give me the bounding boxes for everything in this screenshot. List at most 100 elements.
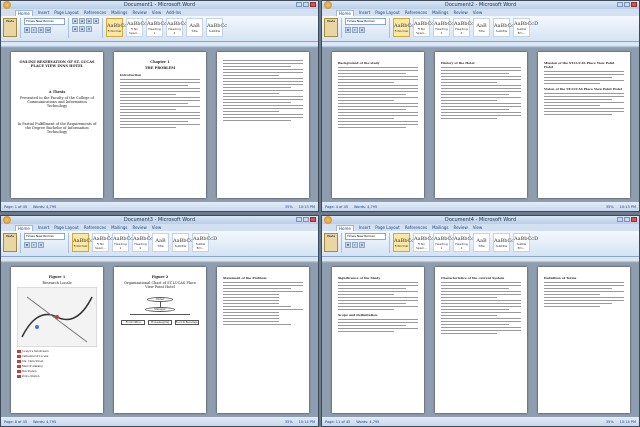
- tab-mailings[interactable]: Mailings: [432, 10, 448, 15]
- style-subtitle[interactable]: AaBbCc Subtitle: [493, 233, 514, 252]
- page-count[interactable]: Page: 11 of 45: [325, 420, 350, 424]
- paste-button[interactable]: Paste: [3, 233, 17, 252]
- minimize-icon[interactable]: [296, 2, 302, 7]
- maximize-icon[interactable]: [303, 2, 309, 7]
- word-count[interactable]: Words: 4,795: [33, 420, 56, 424]
- tab-add-ins[interactable]: Add-Ins: [166, 10, 181, 15]
- paste-button[interactable]: Paste: [3, 18, 17, 37]
- tab-view[interactable]: View: [152, 10, 162, 15]
- tab-references[interactable]: References: [405, 10, 427, 15]
- tab-review[interactable]: Review: [454, 225, 468, 230]
- align-right-icon[interactable]: ≡: [72, 26, 78, 32]
- tab-references[interactable]: References: [405, 225, 427, 230]
- underline-button[interactable]: U: [359, 27, 365, 33]
- style-subtitle[interactable]: AaBbCc Subtitle: [172, 233, 193, 252]
- style-normal[interactable]: AaBbCcDc ¶ Normal: [393, 18, 421, 37]
- tab-insert[interactable]: Insert: [38, 10, 49, 15]
- ruler[interactable]: [1, 42, 318, 47]
- bold-button[interactable]: B: [24, 27, 30, 33]
- style-normal[interactable]: AaBbCcDc ¶ Normal: [72, 233, 100, 252]
- line-spacing-icon[interactable]: ↕: [86, 26, 92, 32]
- style-subtle-emphasis[interactable]: AaBbCcD Subtle Em...: [192, 233, 217, 252]
- page-count[interactable]: Page: 4 of 45: [325, 205, 348, 209]
- style-subtle-emphasis[interactable]: AaBbCcD Subtle Em...: [513, 18, 538, 37]
- tab-view[interactable]: View: [473, 10, 483, 15]
- font-name-input[interactable]: Times New Roman: [345, 233, 386, 240]
- zoom-level[interactable]: 35%: [606, 205, 614, 209]
- bold-button[interactable]: B: [24, 242, 30, 248]
- bold-button[interactable]: B: [345, 27, 351, 33]
- align-left-icon[interactable]: ≡: [86, 18, 92, 24]
- tab-view[interactable]: View: [152, 225, 162, 230]
- maximize-icon[interactable]: [624, 2, 630, 7]
- tab-review[interactable]: Review: [133, 10, 147, 15]
- style-subtle-emphasis[interactable]: AaBbCcD Subtle Em...: [513, 233, 538, 252]
- tab-mailings[interactable]: Mailings: [111, 225, 127, 230]
- bold-button[interactable]: B: [345, 242, 351, 248]
- style-title[interactable]: AaB Title: [152, 233, 169, 252]
- style-heading-1[interactable]: AaBbCc Heading 1: [112, 233, 133, 252]
- style-subtitle[interactable]: AaBbCc Subtitle: [206, 18, 227, 37]
- style-no-spacing[interactable]: AaBbCcDc ¶ No Spaci...: [413, 18, 441, 37]
- office-button-icon[interactable]: [324, 1, 332, 9]
- italic-button[interactable]: I: [31, 27, 37, 33]
- paste-button[interactable]: Paste: [324, 233, 338, 252]
- tab-review[interactable]: Review: [454, 10, 468, 15]
- bullets-icon[interactable]: ≡: [72, 18, 78, 24]
- font-name-input[interactable]: Times New Roman: [345, 18, 386, 25]
- word-count[interactable]: Words: 4,795: [33, 205, 56, 209]
- style-title[interactable]: AaB Title: [473, 18, 490, 37]
- center-icon[interactable]: ≡: [93, 18, 99, 24]
- style-heading-2[interactable]: AaBbCc Heading 2: [453, 18, 474, 37]
- ruler[interactable]: [1, 257, 318, 262]
- style-normal[interactable]: AaBbCcDc ¶ Normal: [106, 18, 134, 37]
- minimize-icon[interactable]: [617, 2, 623, 7]
- font-name-input[interactable]: Times New Roman: [24, 233, 65, 240]
- justify-icon[interactable]: ≡: [79, 26, 85, 32]
- tab-review[interactable]: Review: [133, 225, 147, 230]
- tab-references[interactable]: References: [84, 10, 106, 15]
- italic-button[interactable]: I: [352, 242, 358, 248]
- maximize-icon[interactable]: [303, 217, 309, 222]
- style-heading-2[interactable]: AaBbCc Heading 2: [166, 18, 187, 37]
- style-title[interactable]: AaB Title: [473, 233, 490, 252]
- font-name-input[interactable]: Times New Roman: [24, 18, 65, 25]
- zoom-level[interactable]: 35%: [606, 420, 614, 424]
- tab-home[interactable]: Home: [336, 224, 354, 231]
- tab-page-layout[interactable]: Page Layout: [375, 225, 400, 230]
- close-icon[interactable]: [631, 217, 637, 222]
- zoom-level[interactable]: 35%: [285, 205, 293, 209]
- maximize-icon[interactable]: [624, 217, 630, 222]
- tab-mailings[interactable]: Mailings: [111, 10, 127, 15]
- word-count[interactable]: Words: 4,795: [356, 420, 379, 424]
- font-size-input[interactable]: 12: [45, 27, 51, 33]
- tab-insert[interactable]: Insert: [38, 225, 49, 230]
- document-area[interactable]: Figure 1 Research Locale Jocelyn's Subdi…: [1, 263, 318, 417]
- tab-insert[interactable]: Insert: [359, 225, 370, 230]
- minimize-icon[interactable]: [296, 217, 302, 222]
- page-count[interactable]: Page: 1 of 45: [4, 205, 27, 209]
- tab-view[interactable]: View: [473, 225, 483, 230]
- style-normal[interactable]: AaBbCcDc ¶ Normal: [393, 233, 421, 252]
- underline-button[interactable]: U: [38, 27, 44, 33]
- italic-button[interactable]: I: [31, 242, 37, 248]
- underline-button[interactable]: U: [359, 242, 365, 248]
- tab-home[interactable]: Home: [336, 9, 354, 16]
- style-heading-2[interactable]: AaBbCc Heading 2: [132, 233, 153, 252]
- tab-home[interactable]: Home: [15, 224, 33, 231]
- close-icon[interactable]: [310, 2, 316, 7]
- numbering-icon[interactable]: ≡: [79, 18, 85, 24]
- tab-page-layout[interactable]: Page Layout: [54, 225, 79, 230]
- style-no-spacing[interactable]: AaBbCcDc ¶ No Spaci...: [126, 18, 154, 37]
- italic-button[interactable]: I: [352, 27, 358, 33]
- style-no-spacing[interactable]: AaBbCcDc ¶ No Spaci...: [413, 233, 441, 252]
- close-icon[interactable]: [310, 217, 316, 222]
- tab-insert[interactable]: Insert: [359, 10, 370, 15]
- style-heading-1[interactable]: AaBbCc Heading 1: [433, 18, 454, 37]
- tab-mailings[interactable]: Mailings: [432, 225, 448, 230]
- zoom-level[interactable]: 35%: [285, 420, 293, 424]
- document-area[interactable]: Background of the study History of the H…: [322, 48, 639, 202]
- ruler[interactable]: [322, 42, 639, 47]
- style-no-spacing[interactable]: AaBbCcDc ¶ No Spaci...: [92, 233, 120, 252]
- office-button-icon[interactable]: [3, 1, 11, 9]
